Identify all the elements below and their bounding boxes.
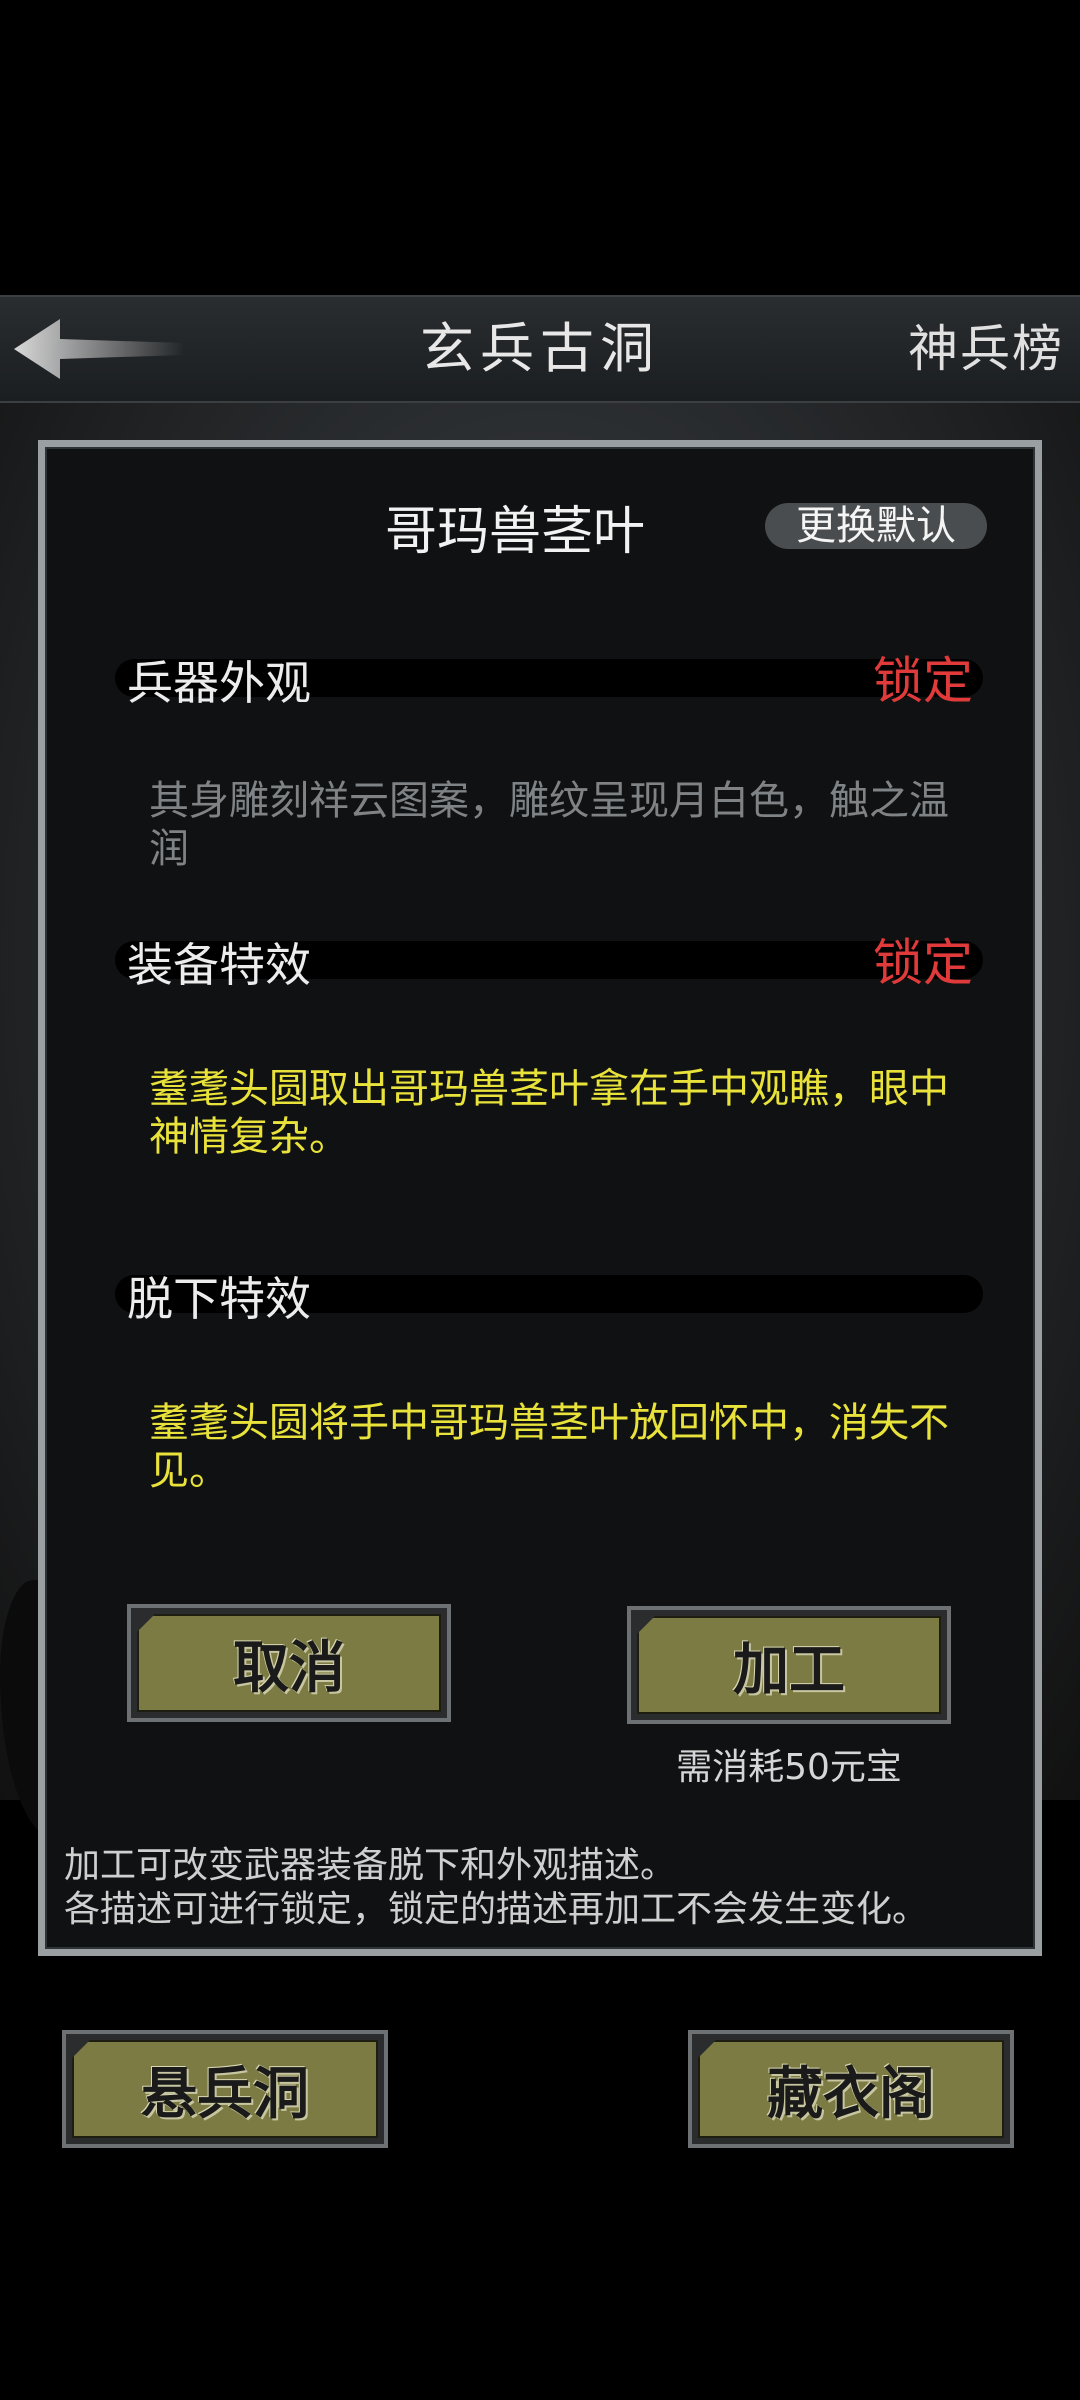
hanging-weapon-cave-button[interactable]: 悬兵洞	[62, 2030, 388, 2148]
hanging-weapon-cave-button-face: 悬兵洞	[72, 2040, 378, 2138]
button-corner-notch	[72, 2040, 90, 2058]
process-button[interactable]: 加工	[627, 1606, 951, 1724]
hanging-weapon-cave-label: 悬兵洞	[141, 2061, 309, 2127]
section-label-equip-effect: 装备特效	[127, 938, 311, 992]
weapon-process-dialog: 哥玛兽茎叶 更换默认 兵器外观 锁定 其身雕刻祥云图案，雕纹呈现月白色，触之温润…	[38, 440, 1042, 1956]
wardrobe-pavilion-label: 藏衣阁	[767, 2061, 935, 2127]
button-corner-notch	[637, 1616, 655, 1634]
equip-effect-description: 耋耄头圆取出哥玛兽茎叶拿在手中观瞧，眼中神情复杂。	[149, 1066, 949, 1160]
lock-equip-effect-toggle[interactable]: 锁定	[873, 923, 973, 995]
process-button-face: 加工	[637, 1616, 941, 1714]
hint-line-1: 加工可改变武器装备脱下和外观描述。	[64, 1845, 677, 1886]
wardrobe-pavilion-button[interactable]: 藏衣阁	[688, 2030, 1014, 2148]
game-screen: 玄兵古洞 神兵榜 哥玛兽茎叶 更换默认 兵器外观 锁定 其身雕刻祥云图案，雕纹呈…	[0, 0, 1080, 2400]
button-corner-notch	[698, 2040, 716, 2058]
item-name: 哥玛兽茎叶	[384, 502, 645, 562]
cancel-button-face: 取消	[137, 1614, 441, 1712]
appearance-description: 其身雕刻祥云图案，雕纹呈现月白色，触之温润	[149, 778, 949, 872]
cancel-button[interactable]: 取消	[127, 1604, 451, 1722]
lock-appearance-toggle[interactable]: 锁定	[873, 641, 973, 713]
section-label-unequip-effect: 脱下特效	[127, 1272, 311, 1326]
button-corner-notch	[137, 1614, 155, 1632]
process-button-label: 加工	[733, 1637, 845, 1703]
hint-line-2: 各描述可进行锁定，锁定的描述再加工不会发生变化。	[64, 1889, 929, 1930]
section-label-appearance: 兵器外观	[127, 656, 311, 710]
divine-weapon-ranking-link[interactable]: 神兵榜	[908, 297, 1064, 401]
cancel-button-label: 取消	[233, 1635, 345, 1701]
top-bar: 玄兵古洞 神兵榜	[0, 295, 1080, 403]
wardrobe-pavilion-button-face: 藏衣阁	[698, 2040, 1004, 2138]
process-cost-text: 需消耗50元宝	[676, 1747, 902, 1788]
unequip-effect-description: 耋耄头圆将手中哥玛兽茎叶放回怀中，消失不见。	[149, 1400, 949, 1494]
reset-default-button[interactable]: 更换默认	[765, 503, 987, 549]
